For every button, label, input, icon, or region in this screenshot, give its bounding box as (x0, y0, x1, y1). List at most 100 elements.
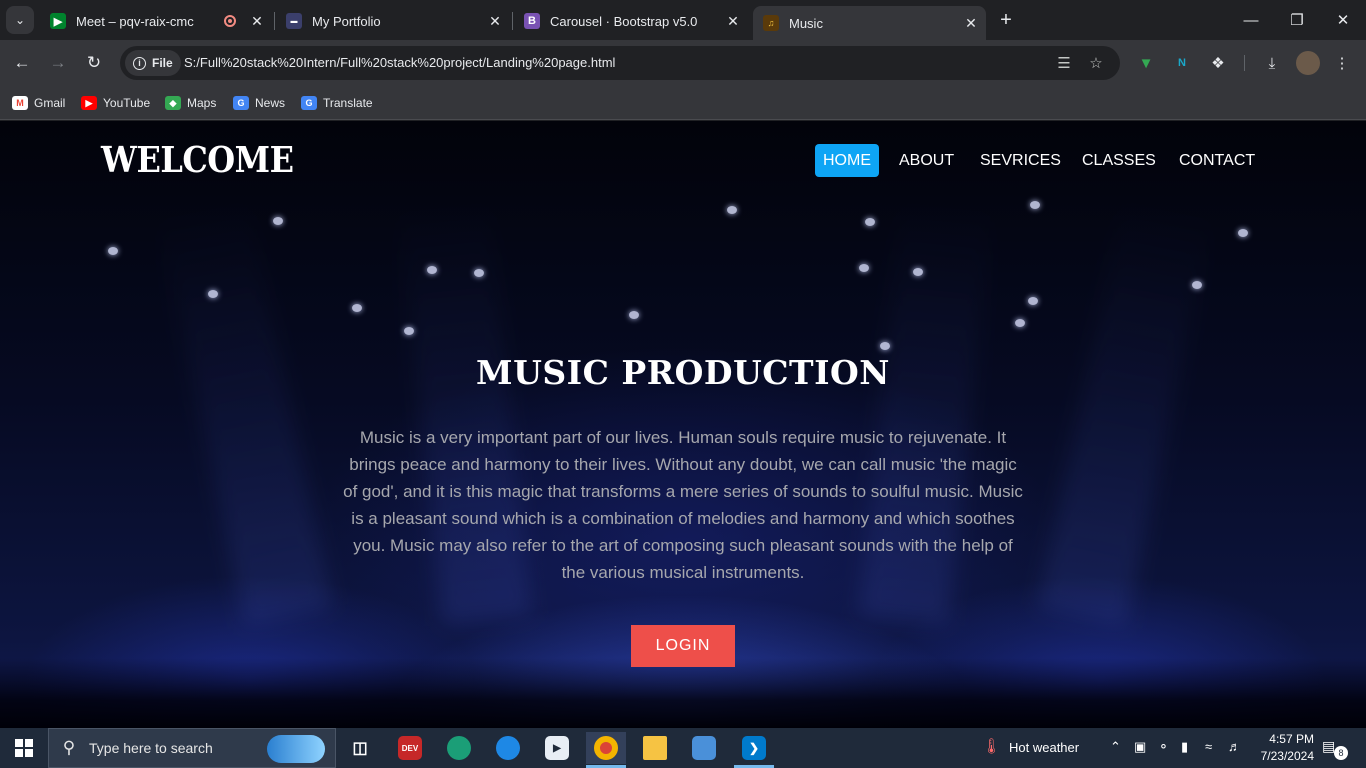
bootstrap-icon: B (524, 13, 540, 29)
tab-music[interactable]: ♫ Music ✕ (753, 6, 986, 40)
youtube-icon: ▶ (81, 96, 97, 110)
bookmark-gmail[interactable]: M Gmail (12, 93, 65, 113)
minimize-icon: — (1243, 11, 1259, 29)
battery-icon[interactable]: ▮ (1181, 739, 1188, 755)
info-icon: i (133, 56, 146, 70)
dolphin-highlight-icon (267, 735, 325, 763)
hero-title: MUSIC PRODUCTION (476, 353, 890, 392)
close-window-button[interactable]: ✕ (1320, 0, 1366, 40)
close-tab-icon[interactable]: ✕ (962, 14, 980, 32)
camera-icon[interactable]: ▣ (1134, 739, 1146, 755)
notification-center-button[interactable]: ▤ 8 (1322, 738, 1348, 760)
windows-taskbar: ⚲ Type here to search ◫ DEV ▶ ❯ 🌡 Hot we… (0, 728, 1366, 768)
stage-light (404, 327, 414, 335)
new-tab-button[interactable]: + (994, 8, 1018, 32)
page-viewport: WELCOME HOME ABOUT SEVRICES CLASSES CONT… (0, 121, 1366, 728)
weather-widget[interactable]: Hot weather (1009, 740, 1079, 755)
google-meet-icon: ▶ (50, 13, 66, 29)
tab-meet[interactable]: ▶ Meet – pqv-raix-cmc ✕ (40, 6, 272, 36)
edge-dev-icon (447, 736, 471, 760)
stage-light (865, 218, 875, 226)
arrow-left-icon: ← (13, 53, 31, 72)
tab-carousel[interactable]: B Carousel · Bootstrap v5.0 ✕ (514, 6, 748, 36)
stage-light (629, 311, 639, 319)
bookmark-star-icon[interactable]: ☆ (1085, 52, 1107, 74)
show-hidden-icons[interactable]: ⌃ (1110, 739, 1121, 755)
taskbar-media-player[interactable]: ▶ (537, 732, 577, 764)
profile-avatar[interactable] (1296, 51, 1320, 75)
start-button[interactable] (0, 728, 48, 768)
notification-badge: 8 (1334, 746, 1348, 760)
nav-about[interactable]: ABOUT (891, 144, 962, 177)
extensions-puzzle-icon[interactable]: ❖ (1206, 51, 1230, 75)
site-info-label: File (152, 56, 173, 70)
stage-light (108, 247, 118, 255)
taskbar-edge-dev[interactable] (439, 732, 479, 764)
taskbar-app[interactable] (684, 732, 724, 764)
url-text[interactable]: S:/Full%20stack%20Intern/Full%20stack%20… (184, 55, 615, 70)
chrome-icon (594, 736, 618, 760)
bookmarks-bar: M Gmail ▶ YouTube ◆ Maps G News G Transl… (0, 86, 1366, 120)
bookmark-label: YouTube (103, 96, 151, 110)
clock[interactable]: 4:57 PM 7/23/2024 (1250, 731, 1314, 765)
taskbar-edge[interactable] (488, 732, 528, 764)
restore-button[interactable]: ❐ (1274, 0, 1320, 40)
stage-light (880, 342, 890, 350)
nav-home[interactable]: HOME (815, 144, 879, 177)
taskbar-devcpp[interactable]: DEV (390, 732, 430, 764)
notion-extension-icon[interactable]: N (1170, 51, 1194, 75)
forward-button[interactable]: → (44, 49, 72, 77)
hero-description: Music is a very important part of our li… (343, 428, 1023, 582)
stage-light (273, 217, 283, 225)
tab-strip: ⌄ ▶ Meet – pqv-raix-cmc ✕ ▬ My Portfolio… (0, 0, 1366, 40)
nav-services[interactable]: SEVRICES (972, 144, 1069, 177)
taskbar-vscode[interactable]: ❯ (734, 732, 774, 768)
search-icon: ⚲ (62, 738, 76, 757)
clock-time: 4:57 PM (1269, 732, 1314, 746)
taskbar-file-explorer[interactable] (635, 732, 675, 764)
wifi-icon[interactable]: ≈ (1205, 739, 1212, 754)
download-icon[interactable]: ⤓ (1260, 51, 1284, 75)
microphone-icon[interactable]: ⚬ (1158, 739, 1169, 755)
taskbar-chrome[interactable] (586, 732, 626, 768)
tab-separator (512, 12, 513, 30)
tab-search-button[interactable]: ⌄ (6, 6, 34, 34)
stage-light (474, 269, 484, 277)
site-logo[interactable]: WELCOME (101, 139, 294, 181)
bookmark-news[interactable]: G News (233, 93, 285, 113)
stage-light (1030, 201, 1040, 209)
bookmark-youtube[interactable]: ▶ YouTube (81, 93, 150, 113)
volume-icon[interactable]: ♬ (1228, 739, 1241, 754)
address-bar[interactable]: i File S:/Full%20stack%20Intern/Full%20s… (120, 46, 1120, 80)
bookmark-translate[interactable]: G Translate (301, 93, 373, 113)
close-tab-icon[interactable]: ✕ (486, 12, 504, 30)
back-button[interactable]: ← (8, 49, 36, 77)
tab-portfolio[interactable]: ▬ My Portfolio ✕ (276, 6, 510, 36)
tab-separator (274, 12, 275, 30)
nav-classes[interactable]: CLASSES (1074, 144, 1164, 177)
translate-page-icon[interactable]: ☰ (1053, 52, 1075, 74)
chevron-down-icon: ⌄ (14, 13, 26, 27)
reload-button[interactable]: ↻ (80, 49, 108, 77)
shield-extension-icon[interactable]: ▼ (1134, 51, 1158, 75)
tab-title: Meet – pqv-raix-cmc (76, 13, 194, 29)
stage-light (727, 206, 737, 214)
clock-date: 7/23/2024 (1260, 749, 1314, 763)
site-info-chip[interactable]: i File (125, 50, 181, 76)
close-icon: ✕ (1336, 12, 1350, 29)
app-icon (692, 736, 716, 760)
plus-icon: + (1000, 8, 1012, 31)
bookmark-label: Translate (323, 96, 373, 110)
bookmark-maps[interactable]: ◆ Maps (165, 93, 216, 113)
more-menu-icon[interactable]: ⋮ (1330, 51, 1354, 75)
media-player-icon: ▶ (545, 736, 569, 760)
minimize-button[interactable]: — (1228, 0, 1274, 40)
task-view-button[interactable]: ◫ (340, 732, 380, 764)
nav-contact[interactable]: CONTACT (1171, 144, 1263, 177)
stage-light (1238, 229, 1248, 237)
close-tab-icon[interactable]: ✕ (248, 12, 266, 30)
close-tab-icon[interactable]: ✕ (724, 12, 742, 30)
maps-icon: ◆ (165, 96, 181, 110)
taskbar-search[interactable]: ⚲ Type here to search (48, 728, 336, 768)
login-button[interactable]: LOGIN (631, 625, 735, 667)
